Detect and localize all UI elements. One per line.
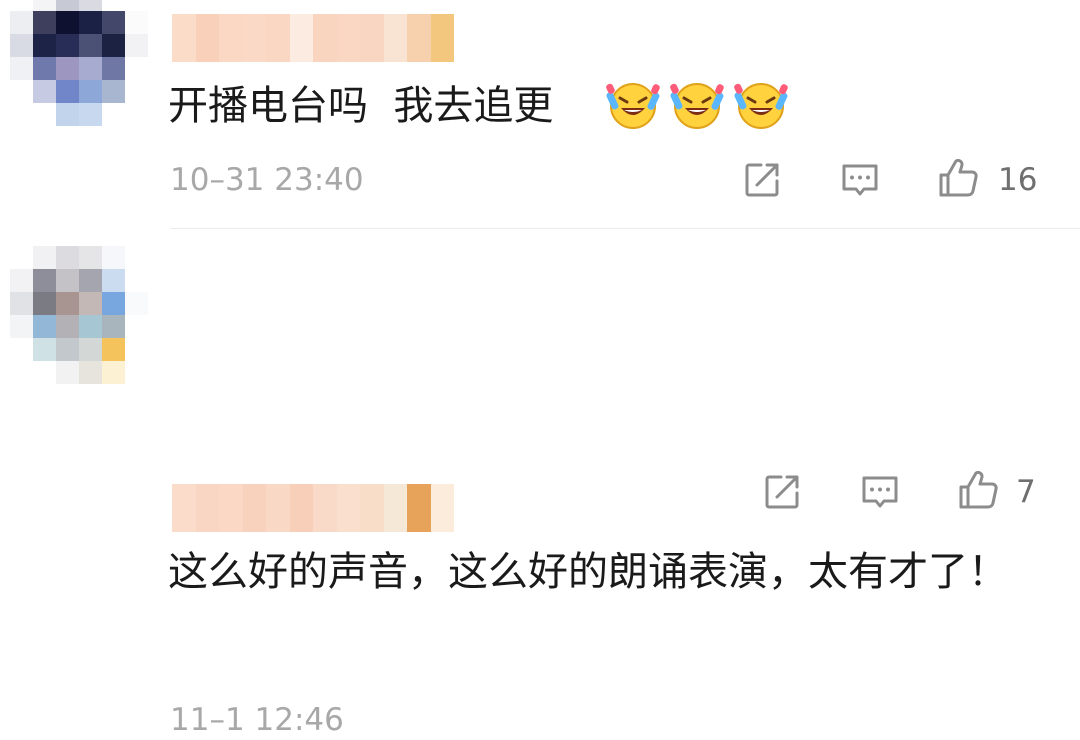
share-button[interactable] bbox=[758, 468, 806, 516]
like-count: 7 bbox=[1016, 474, 1036, 510]
share-icon bbox=[765, 475, 799, 509]
grinning-tears-icon bbox=[670, 83, 724, 129]
reply-button[interactable] bbox=[836, 156, 884, 204]
like-button[interactable] bbox=[934, 154, 982, 202]
thumbs-up-icon bbox=[939, 158, 978, 197]
thumbs-up-icon bbox=[959, 470, 998, 509]
share-icon bbox=[745, 163, 779, 197]
like-count: 16 bbox=[998, 162, 1038, 198]
comment-text: 这么好的声音，这么好的朗诵表演，太有才了！ bbox=[168, 549, 1008, 595]
grinning-tears-icon bbox=[606, 83, 660, 129]
share-button[interactable] bbox=[738, 156, 786, 204]
avatar[interactable] bbox=[10, 246, 148, 384]
reply-icon bbox=[842, 164, 878, 196]
avatar[interactable] bbox=[10, 0, 148, 126]
emoji-row bbox=[606, 78, 788, 132]
comment-timestamp: 11–1 12:46 bbox=[170, 702, 344, 738]
comment-item: 这么好的声音，这么好的朗诵表演，太有才了！ 11–1 12:46 7 bbox=[0, 228, 1080, 738]
grinning-tears-icon bbox=[734, 83, 788, 129]
username-mosaic[interactable] bbox=[172, 484, 454, 532]
reply-icon bbox=[862, 476, 898, 508]
like-button[interactable] bbox=[954, 466, 1002, 514]
username-mosaic[interactable] bbox=[172, 14, 454, 62]
comment-timestamp: 10–31 23:40 bbox=[170, 162, 364, 198]
comment-item: 开播电台吗 我去追更 10–31 23:40 16 bbox=[0, 0, 1080, 228]
comment-text: 开播电台吗 我去追更 bbox=[168, 83, 554, 129]
reply-button[interactable] bbox=[856, 468, 904, 516]
